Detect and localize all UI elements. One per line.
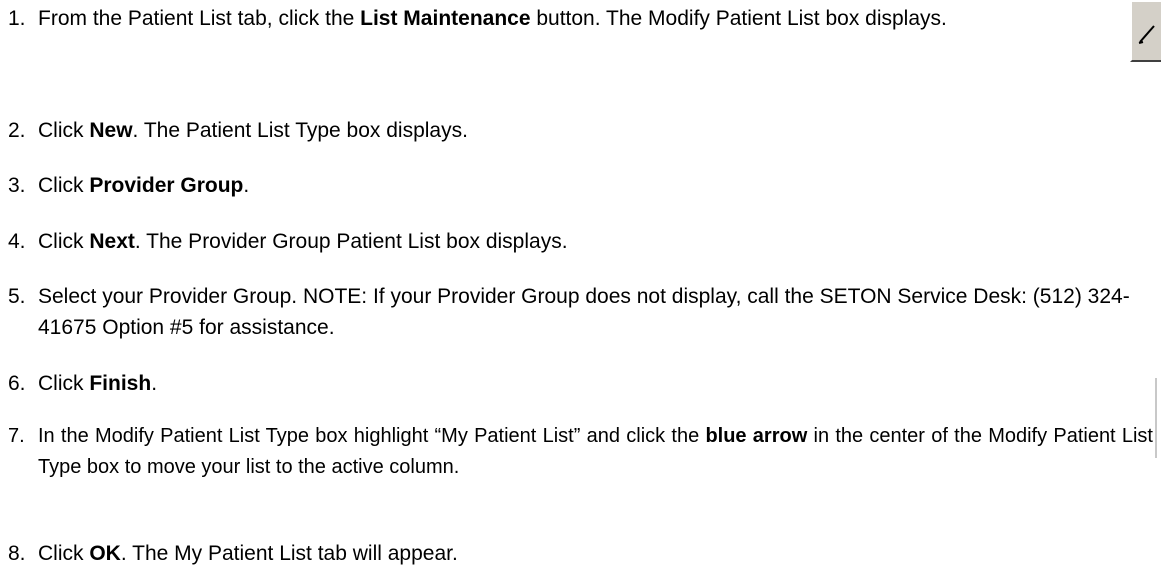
step-text: Click Provider Group. (38, 174, 250, 197)
step-text: Click New. The Patient List Type box dis… (38, 119, 468, 142)
page-edge-divider (1155, 378, 1157, 458)
step-3: 3. Click Provider Group. (8, 170, 1148, 201)
finish-label: Finish (89, 372, 152, 395)
step-6: 6. Click Finish. (8, 368, 1148, 399)
new-label: New (89, 119, 133, 142)
instruction-steps: 1. From the Patient List tab, click the … (0, 0, 1161, 578)
ok-label: OK (89, 542, 121, 565)
step-1: 1. From the Patient List tab, click the … (8, 3, 1098, 34)
step-number: 2. (8, 119, 26, 142)
step-text: Click OK. The My Patient List tab will a… (38, 542, 458, 565)
step-8: 8. Click OK. The My Patient List tab wil… (8, 538, 1148, 569)
step-7: 7. In the Modify Patient List Type box h… (8, 421, 1153, 483)
list-maintenance-icon (1138, 25, 1155, 44)
provider-group-label: Provider Group (89, 174, 244, 197)
step-number: 5. (8, 285, 26, 308)
step-text: In the Modify Patient List Type box high… (38, 425, 1153, 478)
step-text: From the Patient List tab, click the Lis… (38, 7, 947, 30)
step-number: 3. (8, 174, 26, 197)
step-4: 4. Click Next. The Provider Group Patien… (8, 226, 1148, 257)
step-number: 7. (8, 425, 25, 447)
step-number: 8. (8, 542, 26, 565)
blue-arrow-label: blue arrow (705, 425, 808, 447)
step-text: Select your Provider Group. NOTE: If you… (38, 285, 1130, 339)
step-number: 4. (8, 230, 26, 253)
list-maintenance-button-image (1130, 0, 1161, 62)
list-maintenance-label: List Maintenance (360, 7, 531, 30)
step-text: Click Finish. (38, 372, 158, 395)
step-number: 6. (8, 372, 26, 395)
step-5: 5. Select your Provider Group. NOTE: If … (8, 281, 1148, 343)
step-text: Click Next. The Provider Group Patient L… (38, 230, 568, 253)
next-label: Next (89, 230, 135, 253)
step-2: 2. Click New. The Patient List Type box … (8, 115, 1148, 146)
step-number: 1. (8, 7, 26, 30)
